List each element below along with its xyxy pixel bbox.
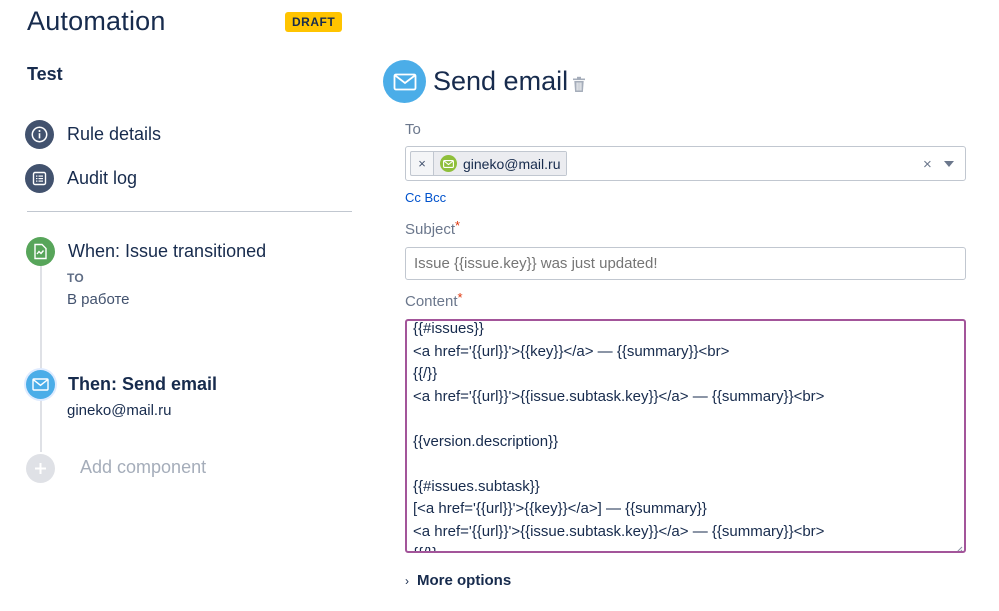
rule-name: Test — [27, 64, 63, 84]
chevron-down-icon[interactable] — [944, 161, 954, 167]
page-title: Automation — [27, 6, 166, 36]
subject-label-text: Subject — [405, 221, 456, 238]
remove-recipient-button[interactable]: × — [411, 152, 434, 175]
component-timeline — [40, 262, 42, 452]
recipient-chip[interactable]: × gineko@mail.ru — [410, 151, 568, 176]
more-options-toggle[interactable]: › More options — [405, 572, 511, 589]
chevron-right-icon: › — [405, 573, 409, 588]
nav-rule-details[interactable]: Rule details — [25, 120, 161, 149]
clear-recipients-icon[interactable]: × — [923, 156, 932, 173]
content-line: {{version.description}} — [413, 432, 559, 450]
trigger-title[interactable]: When: Issue transitioned — [68, 241, 266, 262]
cc-bcc-link[interactable]: Cc Bcc — [405, 190, 446, 205]
content-textarea[interactable]: {{#issues}} <a href='{{url}}'>{{key}}</a… — [405, 319, 966, 553]
content-line: {{#issues}} — [413, 320, 484, 337]
trigger-to-label: TO — [67, 271, 85, 285]
content-label-text: Content — [405, 293, 458, 310]
email-avatar-icon — [440, 155, 457, 172]
envelope-icon[interactable] — [26, 370, 55, 399]
content-line: {{/}} — [413, 365, 438, 382]
info-icon — [25, 120, 54, 149]
content-line: {{/}} — [413, 543, 958, 551]
required-mark: * — [455, 218, 461, 233]
recipient-chip-body: gineko@mail.ru — [434, 152, 567, 175]
content-label: Content* — [405, 290, 463, 310]
content-line — [413, 408, 958, 431]
required-mark: * — [457, 290, 463, 305]
trigger-status: В работе — [67, 291, 130, 308]
add-component-button[interactable]: Add component — [80, 457, 206, 478]
component-title: Send email — [433, 66, 569, 96]
action-title[interactable]: Then: Send email — [68, 374, 217, 395]
plus-icon[interactable] — [26, 454, 55, 483]
envelope-icon — [383, 60, 426, 103]
nav-audit-log[interactable]: Audit log — [25, 164, 137, 193]
list-icon — [25, 164, 54, 193]
content-line: <a href='{{url}}'>{{key}}</a> — {{summar… — [413, 342, 730, 360]
content-line: <a href='{{url}}'>{{issue.subtask.key}}<… — [413, 387, 825, 405]
content-text: {{#issues}} <a href='{{url}}'>{{key}}</a… — [413, 320, 958, 551]
sidebar-divider — [27, 211, 352, 212]
content-line: [<a href='{{url}}'>{{key}}</a>] — {{summ… — [413, 500, 707, 517]
to-field[interactable]: × gineko@mail.ru × — [405, 146, 966, 181]
action-recipient: gineko@mail.ru — [67, 402, 172, 419]
more-options-label: More options — [417, 572, 512, 589]
nav-rule-details-label: Rule details — [67, 124, 162, 144]
content-line: {{#issues.subtask}} — [413, 477, 540, 495]
resize-handle-icon[interactable] — [954, 541, 963, 551]
subject-label: Subject* — [405, 218, 461, 238]
issue-transition-icon[interactable] — [26, 237, 55, 266]
nav-audit-log-label: Audit log — [67, 168, 138, 188]
content-line: <a href='{{url}}'>{{issue.subtask.key}}<… — [413, 522, 825, 540]
draft-status-badge: DRAFT — [285, 12, 343, 32]
content-line — [413, 453, 958, 476]
subject-input[interactable] — [405, 247, 966, 280]
trash-icon[interactable] — [572, 76, 586, 93]
to-label: To — [405, 121, 421, 138]
recipient-email: gineko@mail.ru — [463, 155, 561, 172]
